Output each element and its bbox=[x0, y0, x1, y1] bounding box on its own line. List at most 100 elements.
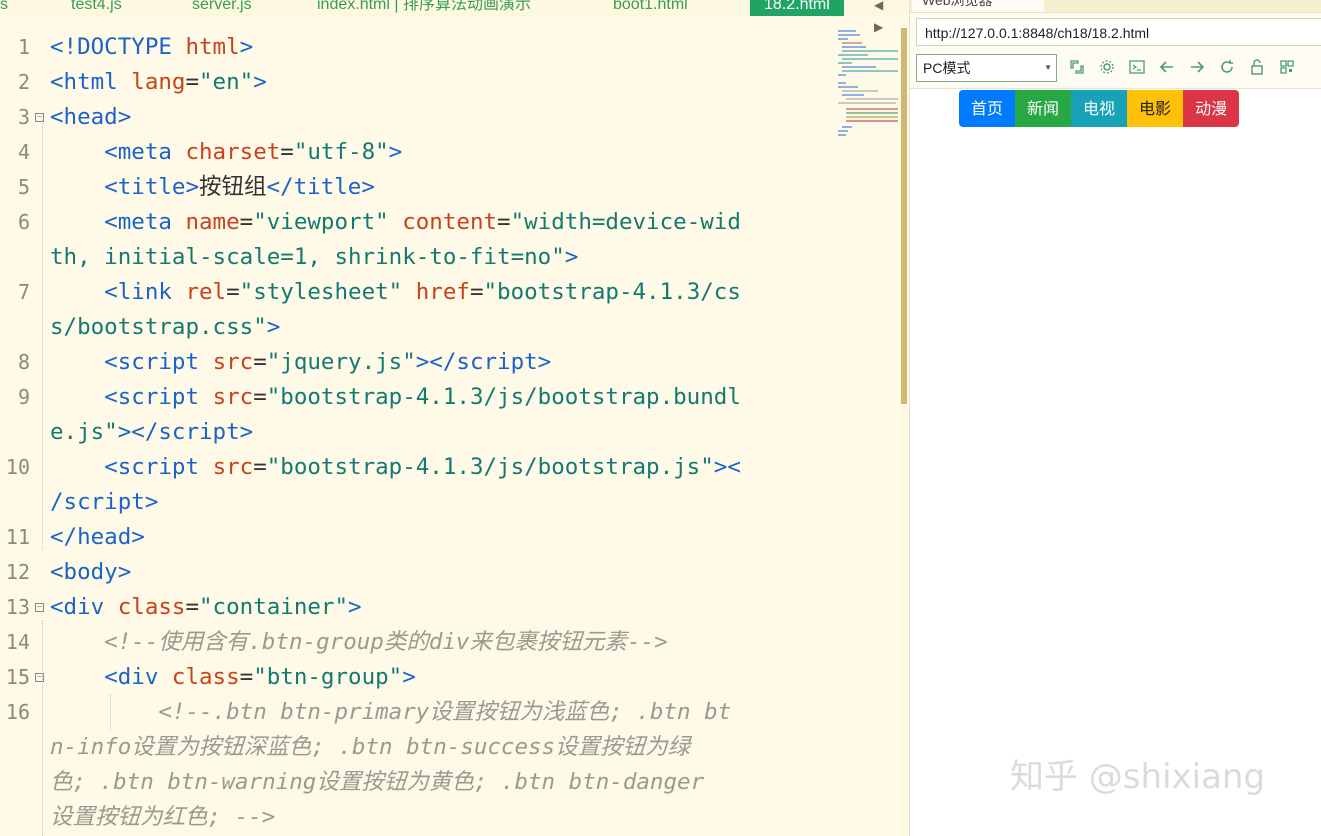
tab-scroll-arrows-icon[interactable]: ◀ ▶ bbox=[874, 0, 908, 34]
line-number: 1 bbox=[17, 35, 30, 59]
fullscreen-icon[interactable] bbox=[1068, 58, 1086, 76]
line-number: 11 bbox=[5, 525, 30, 549]
code-comment: 设置按钮为红色; --> bbox=[50, 804, 276, 830]
code-text: <!DOCTYPE html> bbox=[50, 34, 254, 60]
code-line: 4 <meta charset="utf-8"> bbox=[0, 135, 830, 170]
line-number: 8 bbox=[17, 350, 30, 374]
code-minimap[interactable] bbox=[838, 28, 900, 143]
code-text: </head> bbox=[50, 524, 145, 550]
line-number: 9 bbox=[17, 385, 30, 409]
code-line: 9 <script src="bootstrap-4.1.3/js/bootst… bbox=[0, 380, 830, 415]
code-text: e.js"></script> bbox=[50, 419, 254, 445]
code-comment: <!--使用含有.btn-group类的div来包裹按钮元素--> bbox=[104, 629, 668, 655]
code-line: th, initial-scale=1, shrink-to-fit=no"> bbox=[0, 240, 830, 275]
code-area[interactable]: 1 <!DOCTYPE html> 2 <html lang="en"> 3 −… bbox=[0, 30, 830, 835]
line-number: 3 bbox=[17, 105, 30, 129]
code-line: 色; .btn btn-warning设置按钮为黄色; .btn btn-dan… bbox=[0, 765, 830, 800]
line-number: 15 bbox=[5, 665, 30, 689]
code-line: n-info设置为按钮深蓝色; .btn btn-success设置按钮为绿 bbox=[0, 730, 830, 765]
lock-icon[interactable] bbox=[1248, 58, 1266, 76]
code-line: 1 <!DOCTYPE html> bbox=[0, 30, 830, 65]
browser-tab-strip: Web浏览器 bbox=[910, 0, 1321, 13]
news-button[interactable]: 新闻 bbox=[1015, 90, 1072, 127]
code-text: s/bootstrap.css"> bbox=[50, 314, 281, 340]
button-group: 首页 新闻 电视 电影 动漫 bbox=[959, 90, 1240, 127]
code-line: 8 <script src="jquery.js"></script> bbox=[0, 345, 830, 380]
code-text: <script src="bootstrap-4.1.3/js/bootstra… bbox=[104, 384, 741, 410]
anime-button[interactable]: 动漫 bbox=[1183, 90, 1240, 127]
editor-tab[interactable]: server.js bbox=[192, 0, 252, 16]
code-line: 5 <title>按钮组</title> bbox=[0, 170, 830, 205]
line-number: 10 bbox=[5, 455, 30, 479]
editor-tab-active[interactable]: 18.2.html bbox=[750, 0, 844, 16]
code-line: e.js"></script> bbox=[0, 415, 830, 450]
code-line: 13 − <div class="container"> bbox=[0, 590, 830, 625]
code-line: 6 <meta name="viewport" content="width=d… bbox=[0, 205, 830, 240]
line-number: 4 bbox=[17, 140, 30, 164]
code-line: 7 <link rel="stylesheet" href="bootstrap… bbox=[0, 275, 830, 310]
code-line: 10 <script src="bootstrap-4.1.3/js/boots… bbox=[0, 450, 830, 485]
fold-toggle-icon[interactable]: − bbox=[35, 673, 44, 682]
code-text: <div class="btn-group"> bbox=[104, 664, 416, 690]
line-number: 13 bbox=[5, 595, 30, 619]
editor-tab[interactable]: s bbox=[0, 0, 8, 16]
code-text: <link rel="stylesheet" href="bootstrap-4… bbox=[104, 279, 741, 305]
code-text: <meta charset="utf-8"> bbox=[104, 139, 403, 165]
code-line: 2 <html lang="en"> bbox=[0, 65, 830, 100]
console-icon[interactable] bbox=[1128, 58, 1146, 76]
code-text: <script src="bootstrap-4.1.3/js/bootstra… bbox=[104, 454, 741, 480]
code-line: 15 − <div class="btn-group"> bbox=[0, 660, 830, 695]
line-number: 6 bbox=[17, 210, 30, 234]
home-button[interactable]: 首页 bbox=[959, 90, 1016, 127]
movie-button[interactable]: 电影 bbox=[1127, 90, 1184, 127]
browser-tab[interactable]: Web浏览器 bbox=[912, 0, 1044, 12]
line-number: 14 bbox=[5, 630, 30, 654]
device-mode-select[interactable]: PC模式 ▼ bbox=[916, 54, 1057, 82]
fold-toggle-icon[interactable]: − bbox=[35, 113, 44, 122]
dropdown-caret-icon: ▼ bbox=[1044, 63, 1052, 72]
editor-scrollbar-thumb[interactable] bbox=[901, 28, 907, 404]
code-line: 设置按钮为红色; --> bbox=[0, 800, 830, 835]
code-editor[interactable]: s test4.js server.js index.html | 排序算法动画… bbox=[0, 0, 908, 836]
code-text: <meta name="viewport" content="width=dev… bbox=[104, 209, 741, 235]
code-line: 16 <!--.btn btn-primary设置按钮为浅蓝色; .btn bt bbox=[0, 695, 830, 730]
code-line: /script> bbox=[0, 485, 830, 520]
code-text: /script> bbox=[50, 489, 159, 515]
url-bar[interactable]: http://127.0.0.1:8848/ch18/18.2.html bbox=[916, 18, 1321, 46]
fold-toggle-icon[interactable]: − bbox=[35, 603, 44, 612]
code-comment: <!--.btn btn-primary设置按钮为浅蓝色; .btn bt bbox=[158, 699, 732, 725]
code-comment: 色; .btn btn-warning设置按钮为黄色; .btn btn-dan… bbox=[50, 769, 705, 795]
browser-viewport: 首页 新闻 电视 电影 动漫 知乎 @shixiang bbox=[910, 89, 1321, 836]
forward-icon[interactable] bbox=[1188, 58, 1206, 76]
code-text: <title>按钮组</title> bbox=[104, 174, 375, 200]
line-number: 16 bbox=[5, 700, 30, 724]
code-text: <script src="jquery.js"></script> bbox=[104, 349, 552, 375]
code-comment: n-info设置为按钮深蓝色; .btn btn-success设置按钮为绿 bbox=[50, 734, 691, 760]
code-line: s/bootstrap.css"> bbox=[0, 310, 830, 345]
line-number: 5 bbox=[17, 175, 30, 199]
watermark: 知乎 @shixiang bbox=[1010, 757, 1266, 797]
editor-tab-bar: s test4.js server.js index.html | 排序算法动画… bbox=[0, 0, 908, 34]
line-number: 2 bbox=[17, 70, 30, 94]
code-text: <div class="container"> bbox=[50, 594, 362, 620]
qrcode-icon[interactable] bbox=[1278, 58, 1296, 76]
code-line: 14 <!--使用含有.btn-group类的div来包裹按钮元素--> bbox=[0, 625, 830, 660]
refresh-icon[interactable] bbox=[1218, 58, 1236, 76]
web-browser-panel: Web浏览器 http://127.0.0.1:8848/ch18/18.2.h… bbox=[909, 0, 1321, 836]
code-text: <html lang="en"> bbox=[50, 69, 267, 95]
editor-tab[interactable]: test4.js bbox=[71, 0, 122, 16]
code-text: th, initial-scale=1, shrink-to-fit=no"> bbox=[50, 244, 579, 270]
settings-icon[interactable] bbox=[1098, 58, 1116, 76]
line-number: 7 bbox=[17, 280, 30, 304]
back-icon[interactable] bbox=[1158, 58, 1176, 76]
device-mode-value: PC模式 bbox=[923, 60, 971, 76]
code-text: <body> bbox=[50, 559, 132, 585]
tv-button[interactable]: 电视 bbox=[1071, 90, 1128, 127]
code-line: 3 − <head> bbox=[0, 100, 830, 135]
line-number: 12 bbox=[5, 560, 30, 584]
editor-tab[interactable]: boot1.html bbox=[613, 0, 688, 16]
code-text: <head> bbox=[50, 104, 132, 130]
code-line: 12 <body> bbox=[0, 555, 830, 590]
code-line: 11 </head> bbox=[0, 520, 830, 555]
editor-tab[interactable]: index.html | 排序算法动画演示 bbox=[317, 0, 531, 16]
